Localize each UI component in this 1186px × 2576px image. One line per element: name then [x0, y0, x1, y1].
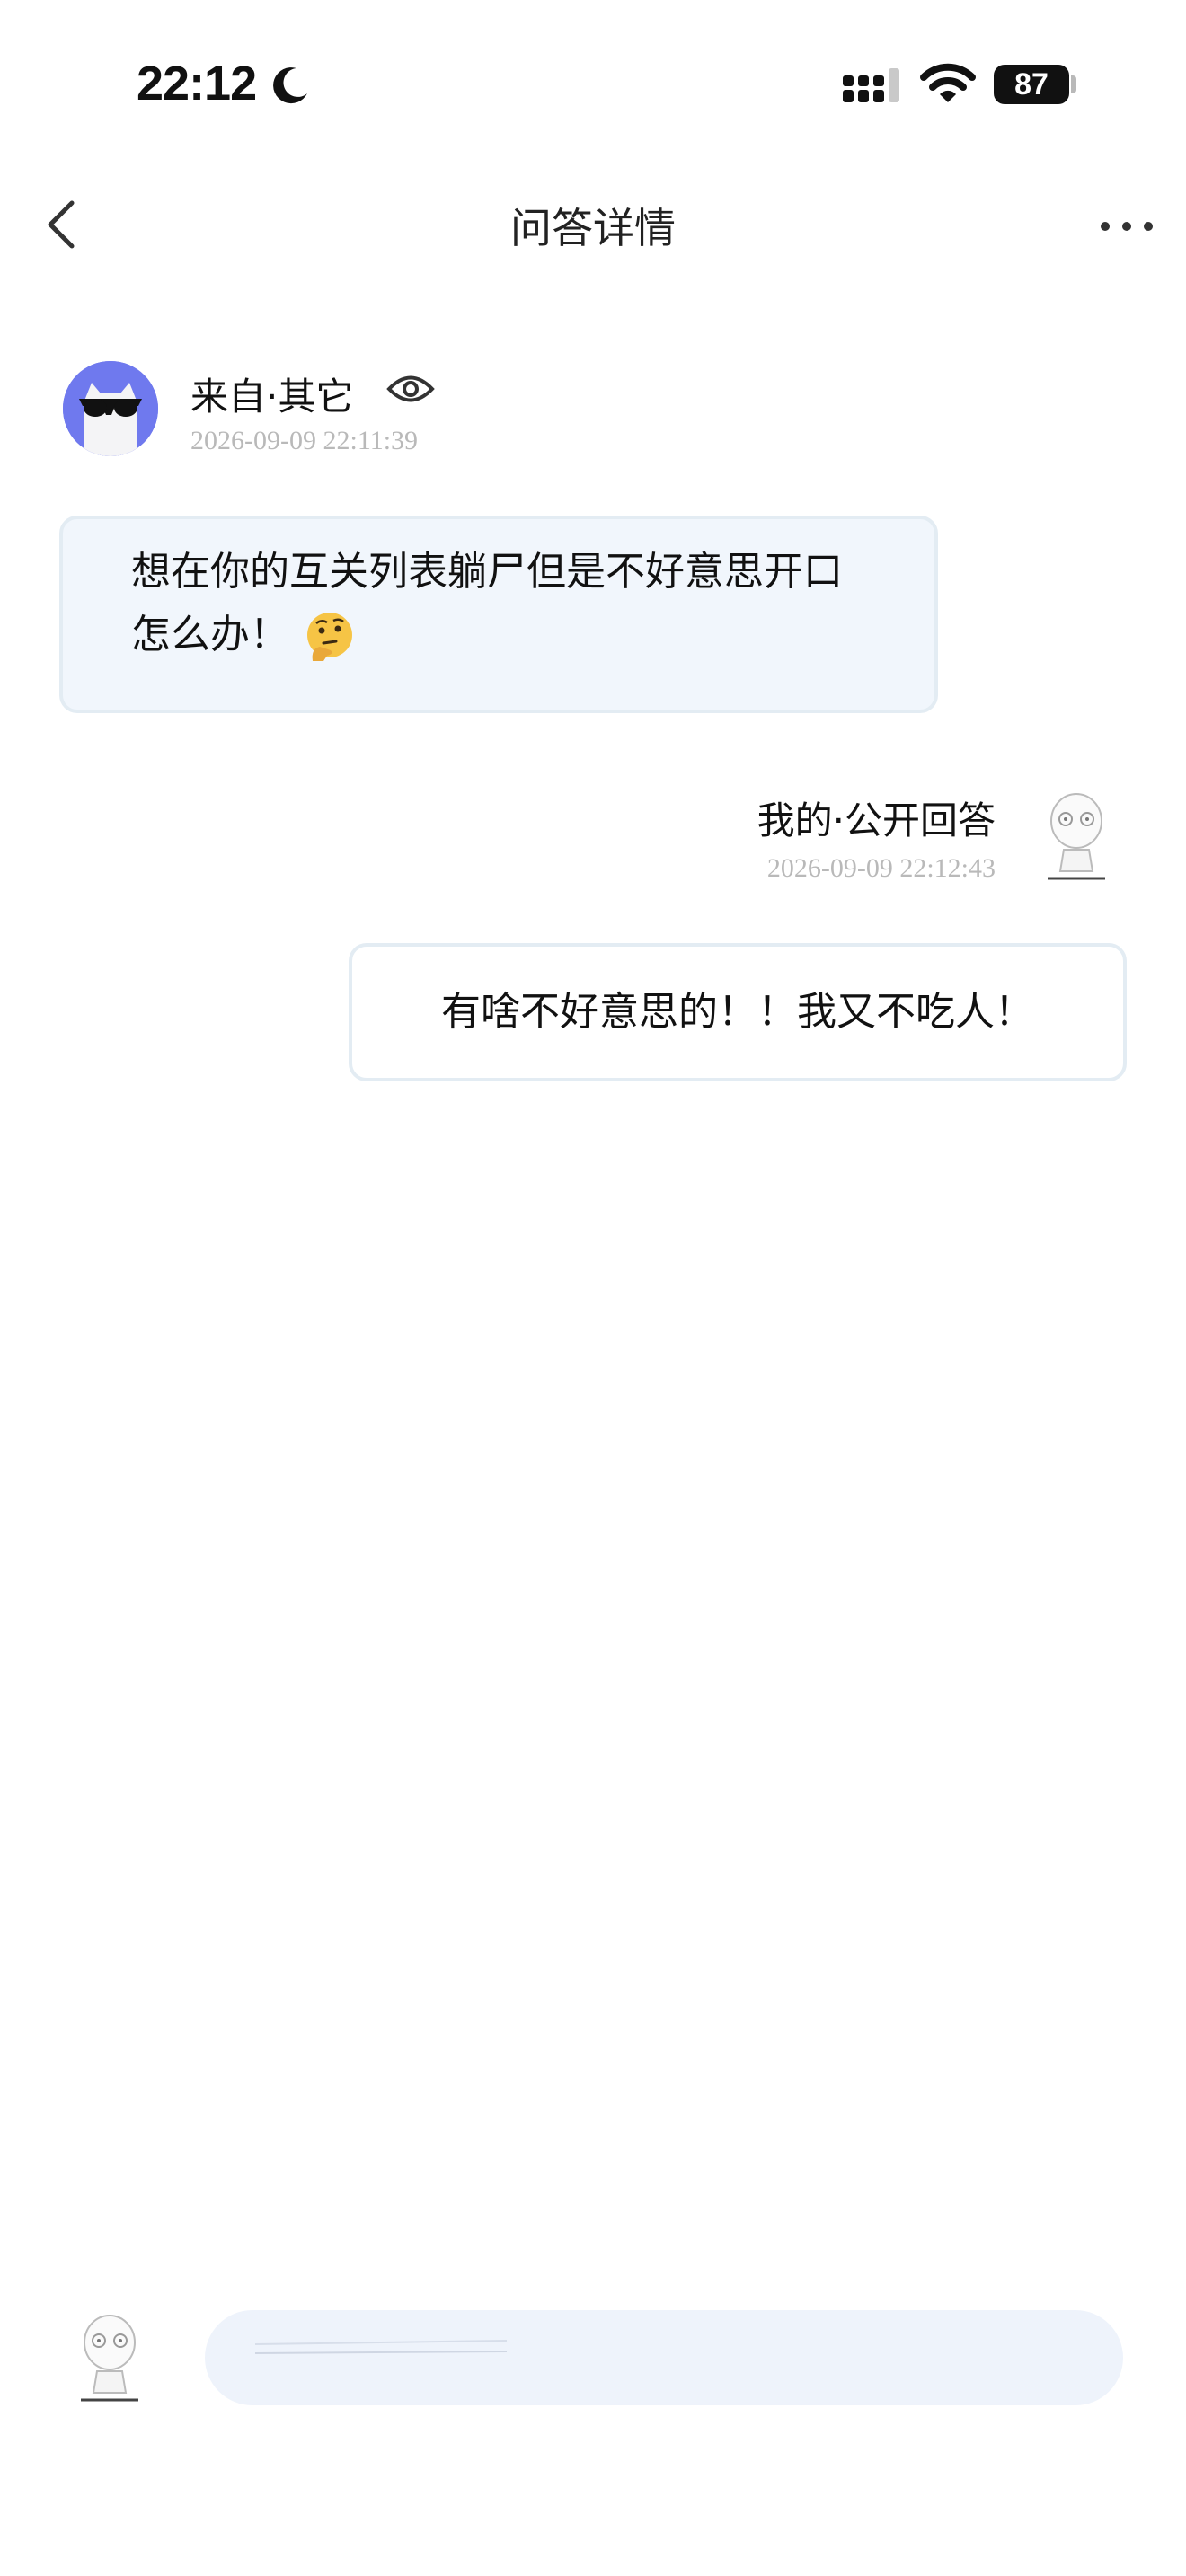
thinking-face-icon: [307, 613, 352, 661]
question-text: 想在你的互关列表躺尸但是不好意思开口怎么办！: [131, 549, 843, 657]
eye-icon[interactable]: [386, 370, 435, 408]
cat-sunglasses-icon: [63, 361, 158, 456]
answer-text: 有啥不好意思的！！我又不吃人！: [441, 989, 1034, 1035]
question-timestamp: 2026-09-09 22:11:39: [190, 426, 419, 455]
answer-bubble: 有啥不好意思的！！我又不吃人！: [349, 943, 1127, 1081]
answer-label: 我的·公开回答: [757, 798, 996, 842]
input-placeholder-stripes: [255, 2340, 507, 2354]
cellular-signal-icon: [843, 68, 899, 102]
moon-icon: [273, 67, 307, 104]
page-title: 问答详情: [510, 204, 676, 252]
app-root: 22:12 87 问答详情 来自·其它 2026-09-09 22:11:39 …: [0, 0, 1186, 2576]
more-options-icon[interactable]: [1098, 208, 1155, 244]
question-bubble: 想在你的互关列表躺尸但是不好意思开口怎么办！: [59, 516, 938, 713]
question-source: 来自·其它: [190, 375, 354, 419]
status-time: 22:12: [137, 57, 257, 110]
reply-avatar: [81, 2315, 138, 2402]
battery-indicator: 87: [994, 65, 1069, 104]
wifi-icon: [920, 63, 976, 102]
battery-cap: [1071, 75, 1076, 93]
my-avatar[interactable]: [1042, 790, 1111, 884]
answer-timestamp: 2026-09-09 22:12:43: [766, 853, 996, 883]
asker-avatar[interactable]: [63, 361, 158, 456]
